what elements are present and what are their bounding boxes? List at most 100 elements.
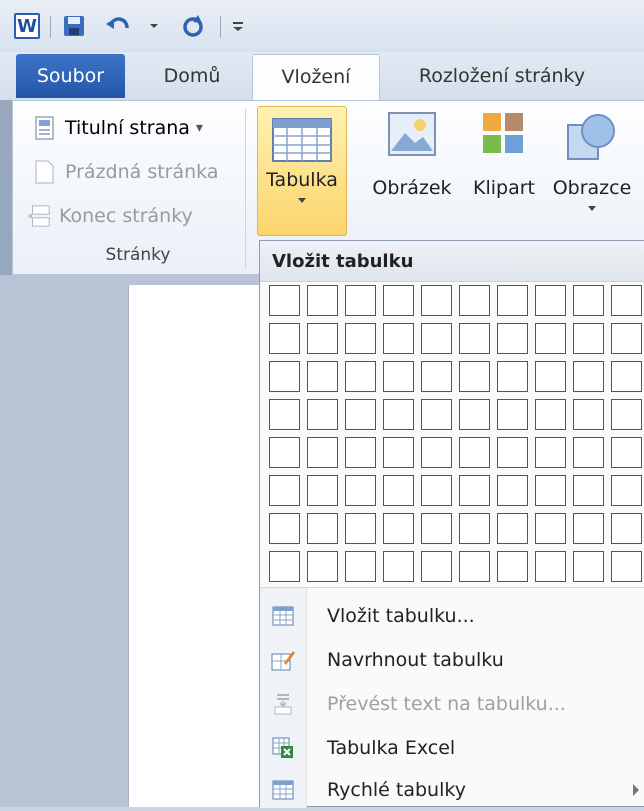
shapes-button[interactable]: Obrazce — [547, 111, 637, 213]
grid-cell[interactable] — [421, 437, 452, 468]
grid-cell[interactable] — [459, 551, 490, 582]
grid-cell[interactable] — [535, 437, 566, 468]
menu-draw-table[interactable]: Navrhnout tabulku — [260, 639, 644, 681]
tab-page-layout[interactable]: Rozložení stránky — [392, 54, 612, 98]
grid-cell[interactable] — [611, 399, 642, 430]
grid-cell[interactable] — [459, 399, 490, 430]
grid-cell[interactable] — [307, 513, 338, 544]
grid-cell[interactable] — [497, 399, 528, 430]
word-app-icon[interactable]: W — [14, 12, 40, 40]
grid-cell[interactable] — [421, 551, 452, 582]
grid-cell[interactable] — [269, 285, 300, 316]
tab-file[interactable]: Soubor — [16, 54, 125, 98]
grid-cell[interactable] — [421, 361, 452, 392]
grid-cell[interactable] — [269, 323, 300, 354]
grid-cell[interactable] — [535, 399, 566, 430]
grid-cell[interactable] — [269, 475, 300, 506]
grid-cell[interactable] — [573, 437, 604, 468]
grid-cell[interactable] — [345, 399, 376, 430]
grid-cell[interactable] — [345, 323, 376, 354]
grid-cell[interactable] — [497, 437, 528, 468]
grid-cell[interactable] — [307, 437, 338, 468]
grid-cell[interactable] — [307, 361, 338, 392]
undo-dropdown-icon[interactable] — [148, 12, 160, 40]
grid-cell[interactable] — [459, 475, 490, 506]
grid-cell[interactable] — [383, 513, 414, 544]
grid-cell[interactable] — [459, 513, 490, 544]
grid-cell[interactable] — [307, 323, 338, 354]
table-button[interactable]: Tabulka — [257, 106, 347, 236]
grid-cell[interactable] — [383, 361, 414, 392]
grid-cell[interactable] — [573, 399, 604, 430]
grid-cell[interactable] — [307, 475, 338, 506]
picture-button[interactable]: Obrázek — [367, 111, 457, 199]
grid-cell[interactable] — [611, 285, 642, 316]
grid-cell[interactable] — [421, 323, 452, 354]
grid-cell[interactable] — [345, 551, 376, 582]
grid-cell[interactable] — [497, 361, 528, 392]
undo-icon[interactable] — [104, 12, 134, 40]
grid-cell[interactable] — [535, 285, 566, 316]
grid-cell[interactable] — [459, 361, 490, 392]
blank-page-button[interactable]: Prázdná stránka — [33, 157, 219, 187]
tab-insert[interactable]: Vložení — [252, 54, 380, 101]
grid-cell[interactable] — [573, 361, 604, 392]
grid-cell[interactable] — [421, 399, 452, 430]
grid-cell[interactable] — [307, 399, 338, 430]
redo-icon[interactable] — [178, 12, 208, 40]
document-page[interactable] — [128, 285, 269, 807]
grid-cell[interactable] — [573, 551, 604, 582]
menu-insert-table[interactable]: Vložit tabulku... — [260, 595, 644, 637]
grid-cell[interactable] — [383, 437, 414, 468]
grid-cell[interactable] — [383, 399, 414, 430]
grid-cell[interactable] — [269, 361, 300, 392]
grid-cell[interactable] — [611, 437, 642, 468]
grid-cell[interactable] — [611, 551, 642, 582]
menu-excel-table[interactable]: Tabulka Excel — [260, 727, 644, 769]
grid-cell[interactable] — [421, 513, 452, 544]
grid-cell[interactable] — [573, 323, 604, 354]
grid-cell[interactable] — [345, 475, 376, 506]
customize-qat-icon[interactable] — [230, 12, 246, 40]
grid-cell[interactable] — [497, 513, 528, 544]
tab-home[interactable]: Domů — [142, 54, 242, 98]
grid-cell[interactable] — [459, 323, 490, 354]
grid-cell[interactable] — [383, 285, 414, 316]
grid-cell[interactable] — [497, 285, 528, 316]
clipart-button[interactable]: Klipart — [465, 111, 543, 199]
grid-cell[interactable] — [307, 285, 338, 316]
grid-cell[interactable] — [611, 323, 642, 354]
grid-cell[interactable] — [383, 475, 414, 506]
save-icon[interactable] — [60, 12, 88, 40]
grid-cell[interactable] — [383, 323, 414, 354]
grid-cell[interactable] — [611, 361, 642, 392]
grid-cell[interactable] — [497, 475, 528, 506]
grid-cell[interactable] — [345, 285, 376, 316]
grid-cell[interactable] — [269, 437, 300, 468]
grid-cell[interactable] — [269, 551, 300, 582]
grid-cell[interactable] — [573, 285, 604, 316]
page-break-button[interactable]: Konec stránky — [27, 201, 193, 231]
grid-cell[interactable] — [345, 437, 376, 468]
grid-cell[interactable] — [421, 285, 452, 316]
grid-cell[interactable] — [269, 399, 300, 430]
grid-cell[interactable] — [497, 551, 528, 582]
grid-cell[interactable] — [383, 551, 414, 582]
grid-cell[interactable] — [307, 551, 338, 582]
grid-cell[interactable] — [345, 361, 376, 392]
grid-cell[interactable] — [459, 285, 490, 316]
grid-cell[interactable] — [497, 323, 528, 354]
grid-cell[interactable] — [535, 551, 566, 582]
grid-cell[interactable] — [345, 513, 376, 544]
menu-quick-tables[interactable]: Rychlé tabulky — [260, 769, 644, 811]
grid-cell[interactable] — [535, 361, 566, 392]
grid-cell[interactable] — [535, 513, 566, 544]
grid-cell[interactable] — [269, 513, 300, 544]
cover-page-button[interactable]: Titulní strana ▾ — [33, 113, 203, 143]
grid-cell[interactable] — [459, 437, 490, 468]
menu-convert-text-to-table[interactable]: Převést text na tabulku... — [260, 683, 644, 725]
grid-cell[interactable] — [611, 513, 642, 544]
grid-cell[interactable] — [535, 323, 566, 354]
grid-cell[interactable] — [535, 475, 566, 506]
grid-cell[interactable] — [421, 475, 452, 506]
